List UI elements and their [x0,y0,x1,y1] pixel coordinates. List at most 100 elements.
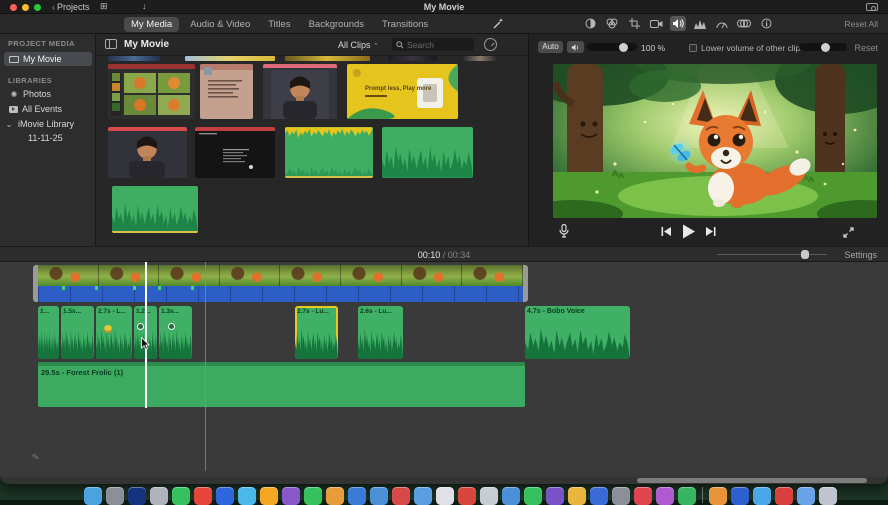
thumbnail-sliver[interactable] [285,56,370,61]
dock-app-icon[interactable] [282,487,300,505]
filmstrip-frame[interactable] [341,265,402,286]
dock-app-icon[interactable] [238,487,256,505]
dock-app-icon[interactable] [612,487,630,505]
previous-frame-button[interactable] [661,224,672,242]
lower-volume-checkbox[interactable] [689,44,697,52]
tab-my-media[interactable]: My Media [124,17,179,32]
dock-app-icon[interactable] [436,487,454,505]
dock-app-icon[interactable] [775,487,793,505]
dock-app-icon[interactable] [414,487,432,505]
dock-app-icon[interactable] [753,487,771,505]
background-music-clip[interactable]: 29.5s - Forest Frolic (1) [38,362,525,407]
sidebar-item-imovie-library[interactable]: ⌄ iMovie Library [4,117,92,131]
sidebar-item-my-movie[interactable]: My Movie [4,52,92,66]
filmstrip-frame[interactable] [38,265,99,286]
dock-app-icon[interactable] [590,487,608,505]
clip-thumbnail-audio[interactable] [112,186,198,233]
dock-app-icon[interactable] [260,487,278,505]
camera-icon[interactable] [866,3,878,11]
clip-appearance-icon[interactable] [484,38,497,51]
timeline-audio-clip[interactable]: 1.5s... [61,306,94,359]
dock-app-icon[interactable] [709,487,727,505]
filmstrip-frame[interactable] [462,265,523,286]
sidebar-toggle-icon[interactable] [105,39,117,49]
clip-thumbnail-promo[interactable]: Prompt less, Play more [347,64,458,119]
clip-thumbnail-terminal[interactable] [195,127,275,178]
filmstrip-frame[interactable] [159,265,220,286]
timeline-audio-clip[interactable]: 1... [38,306,59,359]
filmstrip-frame[interactable] [402,265,463,286]
video-preview[interactable] [553,64,877,218]
clip-thumbnail-webcam[interactable] [108,127,187,178]
clip-filter-icon[interactable] [736,16,752,31]
dock-app-icon[interactable] [502,487,520,505]
clip-filter-dropdown[interactable]: All Clips ⌃ [338,40,379,50]
stabilization-icon[interactable] [648,16,664,31]
timeline-settings-button[interactable]: Settings [844,250,877,260]
dock-app-icon[interactable] [106,487,124,505]
timeline-zoom-slider[interactable] [717,254,827,255]
clip-thumbnail-audio[interactable] [382,127,473,178]
timeline-audio-clip[interactable]: 2.7s - L... [96,306,132,359]
dock-app-icon[interactable] [150,487,168,505]
play-button[interactable] [681,224,696,244]
dock-app-icon[interactable] [678,487,696,505]
dock-app-icon[interactable] [370,487,388,505]
color-correction-icon[interactable] [604,16,620,31]
timeline-audio-clip[interactable]: 1.3s... [159,306,192,359]
dock-app-icon[interactable] [216,487,234,505]
timeline[interactable]: 1... 1.5s... 2.7s - L... 1.2... 1.3s... … [0,262,888,477]
filmstrip-frame[interactable] [99,265,160,286]
info-icon[interactable] [758,16,774,31]
search-field[interactable] [392,38,474,51]
dock-app-icon[interactable] [568,487,586,505]
sidebar-item-all-events[interactable]: All Events [4,102,92,116]
dock-app-icon[interactable] [480,487,498,505]
timeline-horizontal-scrollbar[interactable] [637,478,867,483]
filmstrip-frame[interactable] [280,265,341,286]
thumbnail-sliver[interactable] [108,56,160,61]
dock-app-icon[interactable] [128,487,146,505]
noise-reduction-icon[interactable] [692,16,708,31]
dock-app-icon[interactable] [392,487,410,505]
fade-handle[interactable] [137,323,144,330]
reset-all-button[interactable]: Reset All [844,19,878,29]
clip-thumbnail-app-window[interactable] [108,64,195,119]
clip-trim-handle-right[interactable] [523,265,528,302]
dock-app-icon[interactable] [656,487,674,505]
thumbnail-sliver[interactable] [388,56,437,61]
lower-volume-knob[interactable] [821,43,830,52]
dock-app-icon[interactable] [634,487,652,505]
tab-transitions[interactable]: Transitions [375,17,435,32]
speed-icon[interactable] [714,16,730,31]
thumbnail-sliver[interactable] [463,56,497,61]
timeline-audio-clip-selected[interactable]: 2.7s - Lu... [295,306,338,359]
volume-slider[interactable] [587,43,637,51]
sidebar-item-event-date[interactable]: 11-11-25 [4,131,92,145]
filmstrip-frame[interactable] [220,265,281,286]
video-clip-filmstrip[interactable] [38,265,523,286]
dock-app-icon[interactable] [546,487,564,505]
voiceover-mic-icon[interactable] [559,224,569,243]
video-clip-audio-track[interactable] [38,286,523,302]
disclosure-chevron-icon[interactable]: ⌄ [4,120,14,129]
reset-button[interactable]: Reset [854,43,878,53]
crop-icon[interactable] [626,16,642,31]
dock-app-icon[interactable] [304,487,322,505]
fade-handle[interactable] [168,323,175,330]
dock-app-icon[interactable] [819,487,837,505]
color-balance-icon[interactable] [582,16,598,31]
playhead[interactable] [145,262,147,408]
dock-app-icon[interactable] [458,487,476,505]
dock-app-icon[interactable] [326,487,344,505]
dock-app-icon[interactable] [194,487,212,505]
thumbnail-sliver[interactable] [185,56,275,61]
dock-app-icon[interactable] [172,487,190,505]
dock-app-icon[interactable] [348,487,366,505]
sidebar-item-photos[interactable]: ✺ Photos [4,87,92,101]
lower-volume-slider[interactable] [799,43,847,51]
zoom-slider-knob[interactable] [801,250,809,259]
clip-thumbnail-document[interactable] [200,64,253,119]
timeline-audio-clip[interactable]: 4.7s - Bobo Voice [525,306,630,359]
enhance-wand-icon[interactable] [492,17,505,35]
